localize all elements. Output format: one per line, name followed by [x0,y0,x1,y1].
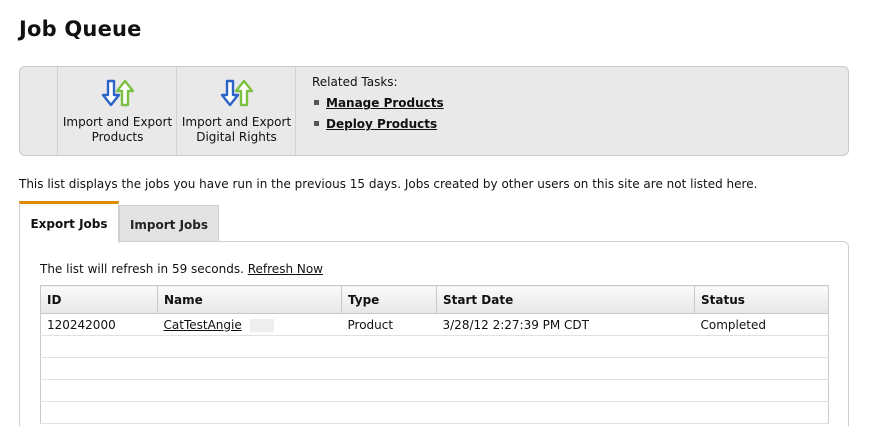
cell-type: Product [341,313,437,336]
import-export-products-button[interactable]: Import and Export Products [58,79,177,145]
refresh-countdown-text: The list will refresh in 59 seconds. [40,262,244,276]
table-row-empty [40,379,829,402]
refresh-notice: The list will refresh in 59 seconds. Ref… [40,262,323,276]
task-panel: Import and Export Products Import and Ex… [19,66,849,156]
manage-products-link[interactable]: Manage Products [326,96,444,110]
cell-name: CatTestAngie [157,313,342,336]
task-cell-products: Import and Export Products [57,67,177,155]
column-header-id[interactable]: ID [40,285,158,314]
jobs-table: ID Name Type Start Date Status 120242000… [40,285,829,424]
column-header-type[interactable]: Type [341,285,437,314]
bullet-icon [314,100,319,105]
table-row-empty [40,401,829,424]
related-task-item: Manage Products [314,95,444,116]
related-tasks-title: Related Tasks: [312,75,398,89]
column-header-start-date[interactable]: Start Date [436,285,695,314]
import-export-arrows-icon [220,79,253,107]
cell-id: 120242000 [40,313,158,336]
import-export-products-label: Import and Export Products [62,115,173,144]
bullet-icon [314,121,319,126]
tab-import-jobs[interactable]: Import Jobs [119,205,219,242]
refresh-now-link[interactable]: Refresh Now [248,262,323,276]
tab-export-jobs[interactable]: Export Jobs [19,201,119,243]
jobs-description: This list displays the jobs you have run… [19,177,758,191]
name-swatch [249,318,274,332]
import-export-digital-rights-label: Import and Export Digital Rights [181,115,292,144]
table-row-empty [40,357,829,380]
cell-start-date: 3/28/12 2:27:39 PM CDT [436,313,695,336]
job-name-link[interactable]: CatTestAngie [164,318,242,332]
column-header-status[interactable]: Status [694,285,829,314]
import-export-digital-rights-button[interactable]: Import and Export Digital Rights [177,79,296,145]
column-header-name[interactable]: Name [157,285,342,314]
deploy-products-link[interactable]: Deploy Products [326,117,437,131]
table-header-row: ID Name Type Start Date Status [40,285,829,314]
related-tasks: Related Tasks: Manage Products Deploy Pr… [295,67,849,155]
table-row[interactable]: 120242000 CatTestAngie Product 3/28/12 2… [40,313,829,336]
page-title: Job Queue [19,17,142,41]
table-row-empty [40,335,829,358]
task-cell-digital-rights: Import and Export Digital Rights [176,67,296,155]
export-jobs-panel: The list will refresh in 59 seconds. Ref… [19,241,849,426]
related-task-item: Deploy Products [314,116,444,137]
import-export-arrows-icon [101,79,134,107]
related-tasks-list: Manage Products Deploy Products [314,95,444,137]
cell-status: Completed [694,313,829,336]
